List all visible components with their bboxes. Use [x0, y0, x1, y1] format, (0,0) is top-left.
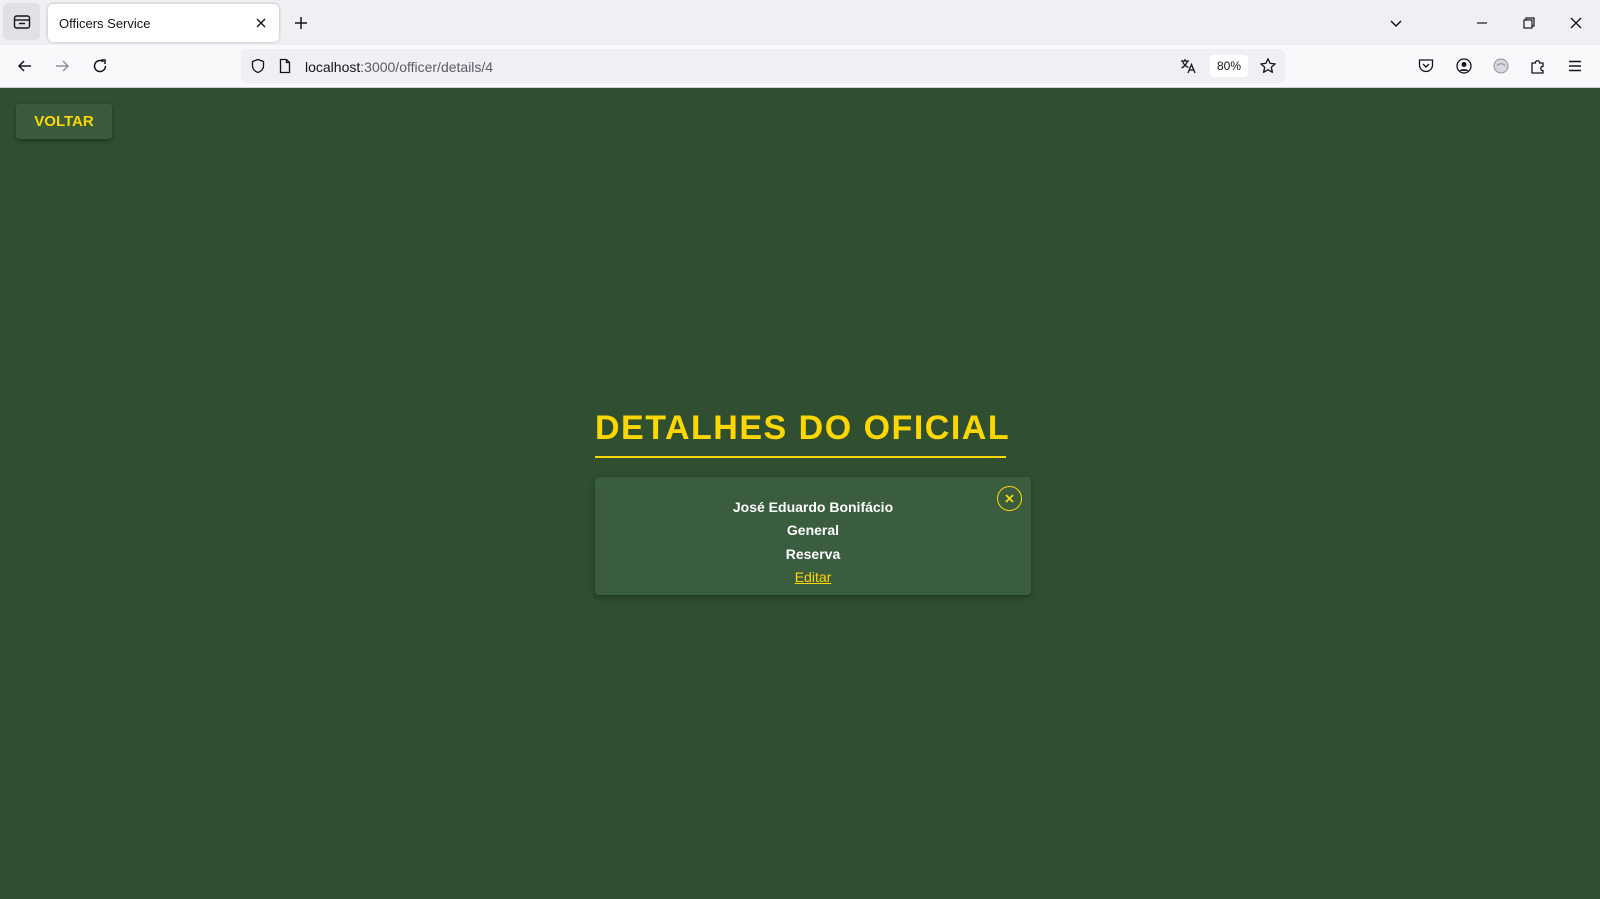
pocket-button[interactable]	[1415, 55, 1437, 77]
pocket-icon	[1418, 59, 1434, 73]
window-close-button[interactable]	[1565, 12, 1587, 34]
tab-list-button[interactable]	[3, 3, 40, 40]
minimize-icon	[1477, 22, 1487, 24]
browser-nav-bar: localhost:3000/officer/details/4 80%	[0, 45, 1600, 88]
tab-title: Officers Service	[59, 16, 151, 31]
page-title: DETALHES DO OFICIAL	[595, 409, 1009, 458]
officer-details-card: José Eduardo Bonifácio General Reserva E…	[595, 477, 1031, 595]
menu-button[interactable]	[1564, 55, 1586, 77]
officer-status: Reserva	[785, 546, 841, 562]
url-bar[interactable]: localhost:3000/officer/details/4 80%	[241, 49, 1285, 83]
url-host: localhost	[305, 59, 361, 75]
close-icon	[256, 18, 266, 28]
puzzle-icon	[1531, 60, 1544, 74]
new-tab-button[interactable]	[290, 12, 312, 34]
translate-icon[interactable]	[1179, 57, 1197, 75]
forward-nav-button[interactable]	[50, 54, 74, 78]
edit-link[interactable]: Editar	[795, 569, 832, 585]
back-button[interactable]: VOLTAR	[16, 104, 112, 139]
zoom-level-badge[interactable]: 80%	[1210, 55, 1248, 77]
reload-icon	[93, 59, 107, 73]
tab-list-icon	[13, 14, 30, 29]
tab-overflow-button[interactable]	[1385, 12, 1407, 34]
url-path: :3000/officer/details/4	[360, 59, 494, 75]
window-close-icon	[1570, 17, 1582, 29]
account-button[interactable]	[1453, 55, 1475, 77]
tab-close-button[interactable]	[251, 13, 271, 33]
arrow-right-icon	[56, 60, 70, 72]
shield-icon[interactable]	[249, 57, 267, 75]
chevron-down-icon	[1390, 20, 1402, 28]
browser-tab-active[interactable]: Officers Service	[48, 4, 279, 42]
edit-link-wrap: Editar	[595, 569, 1031, 585]
back-nav-button[interactable]	[13, 54, 37, 78]
minimize-button[interactable]	[1471, 12, 1493, 34]
page-icon[interactable]	[276, 57, 294, 75]
extension-button[interactable]	[1490, 55, 1512, 77]
restore-icon	[1523, 17, 1535, 29]
extensions-puzzle-button[interactable]	[1527, 55, 1549, 77]
plus-icon	[295, 17, 307, 29]
page-heading: DETALHES DO OFICIAL	[595, 409, 1009, 458]
reload-button[interactable]	[88, 54, 112, 78]
arrow-left-icon	[17, 60, 31, 72]
officer-name: José Eduardo Bonifácio	[732, 499, 894, 515]
account-icon	[1456, 58, 1472, 74]
hamburger-icon	[1569, 60, 1581, 72]
restore-button[interactable]	[1518, 12, 1540, 34]
browser-tab-bar: Officers Service	[0, 0, 1600, 45]
extension-icon	[1493, 58, 1509, 74]
star-icon[interactable]	[1259, 57, 1277, 75]
url-text[interactable]: localhost:3000/officer/details/4	[305, 59, 493, 75]
officer-rank: General	[786, 522, 840, 538]
